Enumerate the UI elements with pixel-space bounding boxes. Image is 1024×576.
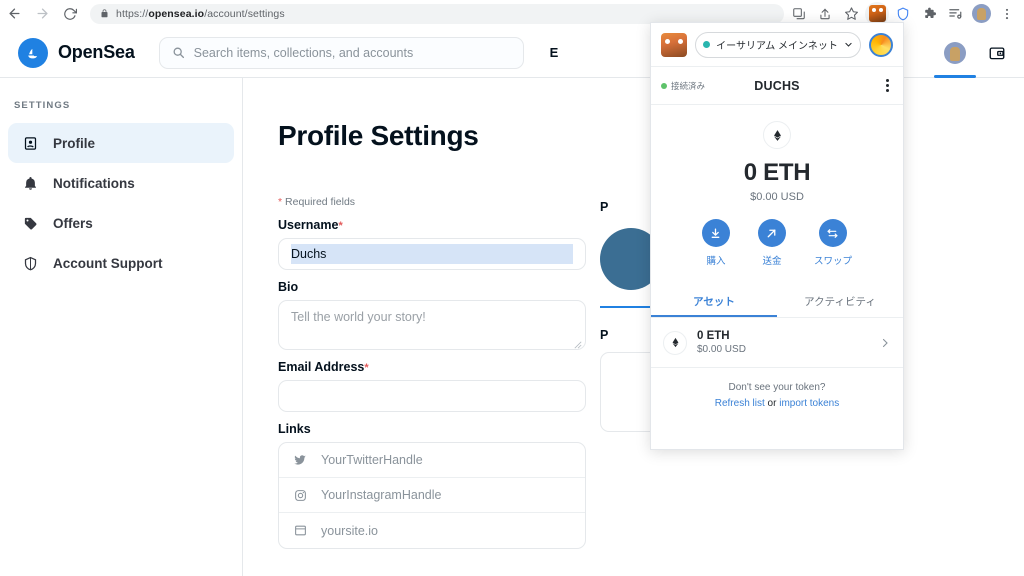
import-tokens-link[interactable]: import tokens (779, 398, 839, 409)
swap-label: スワップ (813, 256, 852, 267)
sidebar-item-notifications[interactable]: Notifications (8, 163, 234, 203)
send-action[interactable]: 送金 (757, 219, 786, 267)
search-icon (172, 46, 185, 59)
lock-icon (100, 9, 109, 18)
website-placeholder: yoursite.io (321, 523, 378, 538)
links-group: YourTwitterHandle YourInstagramHandle yo… (278, 442, 586, 549)
website-link-row[interactable]: yoursite.io (279, 513, 585, 548)
sidebar-section-title: SETTINGS (14, 100, 71, 111)
website-icon (292, 524, 308, 537)
token-footer: Don't see your token? Refresh list or im… (651, 368, 903, 419)
kebab-menu-icon[interactable] (882, 75, 893, 96)
instagram-placeholder: YourInstagramHandle (321, 488, 442, 502)
sidebar-item-label: Offers (53, 215, 93, 231)
avatar (944, 41, 966, 64)
address-bar[interactable]: https://opensea.io/account/settings (90, 3, 784, 24)
metamask-account-row: 接続済み DUCHS (651, 67, 903, 105)
username-value: Duchs (291, 244, 573, 264)
swap-action[interactable]: スワップ (814, 219, 852, 267)
metamask-account-avatar[interactable] (869, 32, 893, 57)
metamask-header: イーサリアム メインネット (651, 23, 903, 67)
user-icon (22, 136, 39, 151)
ethereum-icon (763, 121, 791, 149)
token-footer-question: Don't see your token? (728, 382, 826, 393)
metamask-tabs: アセット アクティビティ (651, 285, 903, 318)
reading-list-icon[interactable] (942, 1, 968, 27)
twitter-placeholder: YourTwitterHandle (321, 453, 423, 467)
metamask-body: 0 ETH $0.00 USD 購入 送金 スワップ アセット アクティビティ … (651, 105, 903, 449)
bio-textarea[interactable]: Tell the world your story! (278, 300, 586, 350)
wallet-icon (988, 44, 1006, 62)
metamask-fox-icon (661, 32, 687, 57)
or-text: or (767, 398, 777, 409)
sidebar-item-label: Profile (53, 135, 96, 151)
connected-dot-icon (661, 82, 667, 89)
bell-icon (22, 176, 39, 191)
buy-download-icon (701, 219, 730, 247)
chevron-right-icon (879, 337, 891, 349)
opensea-logo[interactable]: OpenSea (18, 37, 135, 68)
network-status-dot (703, 41, 711, 48)
required-note-label: Required fields (285, 196, 356, 208)
tab-activity[interactable]: アクティビティ (777, 285, 903, 317)
sidebar-item-profile[interactable]: Profile (8, 123, 234, 163)
settings-sidebar: SETTINGS Profile Notifications Offers Ac… (0, 78, 243, 576)
metamask-actions: 購入 送金 スワップ (651, 219, 903, 267)
screen: https://opensea.io/account/settings Open… (0, 0, 1024, 576)
account-avatar[interactable] (934, 28, 976, 78)
sidebar-item-offers[interactable]: Offers (8, 203, 234, 243)
username-input[interactable]: Duchs (278, 238, 586, 270)
buy-label: 購入 (706, 256, 726, 267)
metamask-popup: イーサリアム メインネット 接続済み DUCHS 0 ETH $0.00 USD (650, 22, 904, 450)
send-arrow-icon (757, 219, 786, 247)
extensions-puzzle-icon[interactable] (916, 1, 942, 27)
url-text: https://opensea.io/account/settings (116, 7, 285, 20)
buy-action[interactable]: 購入 (701, 219, 730, 267)
twitter-link-row[interactable]: YourTwitterHandle (279, 443, 585, 478)
instagram-link-row[interactable]: YourInstagramHandle (279, 478, 585, 513)
forward-button[interactable] (28, 0, 56, 28)
search-input[interactable]: Search items, collections, and accounts (158, 36, 524, 69)
tab-assets[interactable]: アセット (651, 285, 777, 317)
required-asterisk: * (278, 196, 283, 208)
shield-icon (22, 256, 39, 271)
browser-menu-icon[interactable] (994, 1, 1020, 27)
tag-icon (22, 216, 39, 231)
email-input[interactable] (278, 380, 586, 412)
site-header-right (934, 28, 1024, 78)
resize-handle-icon[interactable] (574, 338, 582, 349)
asset-amount: 0 ETH (697, 330, 730, 342)
ethereum-icon (663, 330, 687, 355)
sidebar-item-label: Account Support (53, 255, 163, 271)
connection-status: 接続済み (661, 80, 705, 92)
asset-details: 0 ETH $0.00 USD (697, 330, 869, 355)
send-label: 送金 (762, 256, 782, 267)
connected-label: 接続済み (671, 80, 706, 91)
sidebar-item-account-support[interactable]: Account Support (8, 243, 234, 283)
network-name: イーサリアム メインネット (716, 41, 838, 52)
balance-fiat: $0.00 USD (750, 191, 804, 203)
bio-placeholder: Tell the world your story! (291, 310, 426, 324)
network-selector[interactable]: イーサリアム メインネット (695, 31, 861, 58)
instagram-icon (292, 489, 308, 502)
asset-row[interactable]: 0 ETH $0.00 USD (651, 318, 903, 368)
main-content: Profile Settings * Required fields Usern… (244, 78, 1024, 576)
nav-item-explore[interactable]: E (550, 45, 559, 60)
asset-fiat: $0.00 USD (697, 344, 746, 355)
token-footer-links: Refresh list or import tokens (651, 398, 903, 409)
refresh-list-link[interactable]: Refresh list (715, 398, 765, 409)
swap-icon (818, 219, 847, 247)
browser-profile-avatar[interactable] (968, 1, 994, 27)
balance-amount: 0 ETH (743, 159, 811, 186)
opensea-logo-icon (18, 37, 48, 68)
site-nav: E (550, 45, 559, 60)
chevron-down-icon (844, 40, 853, 49)
opensea-logo-text: OpenSea (58, 42, 135, 62)
search-placeholder: Search items, collections, and accounts (193, 45, 414, 60)
back-button[interactable] (0, 0, 28, 28)
reload-button[interactable] (56, 0, 84, 28)
twitter-icon (292, 453, 308, 467)
sidebar-item-label: Notifications (53, 175, 135, 191)
wallet-button[interactable] (988, 28, 1006, 78)
